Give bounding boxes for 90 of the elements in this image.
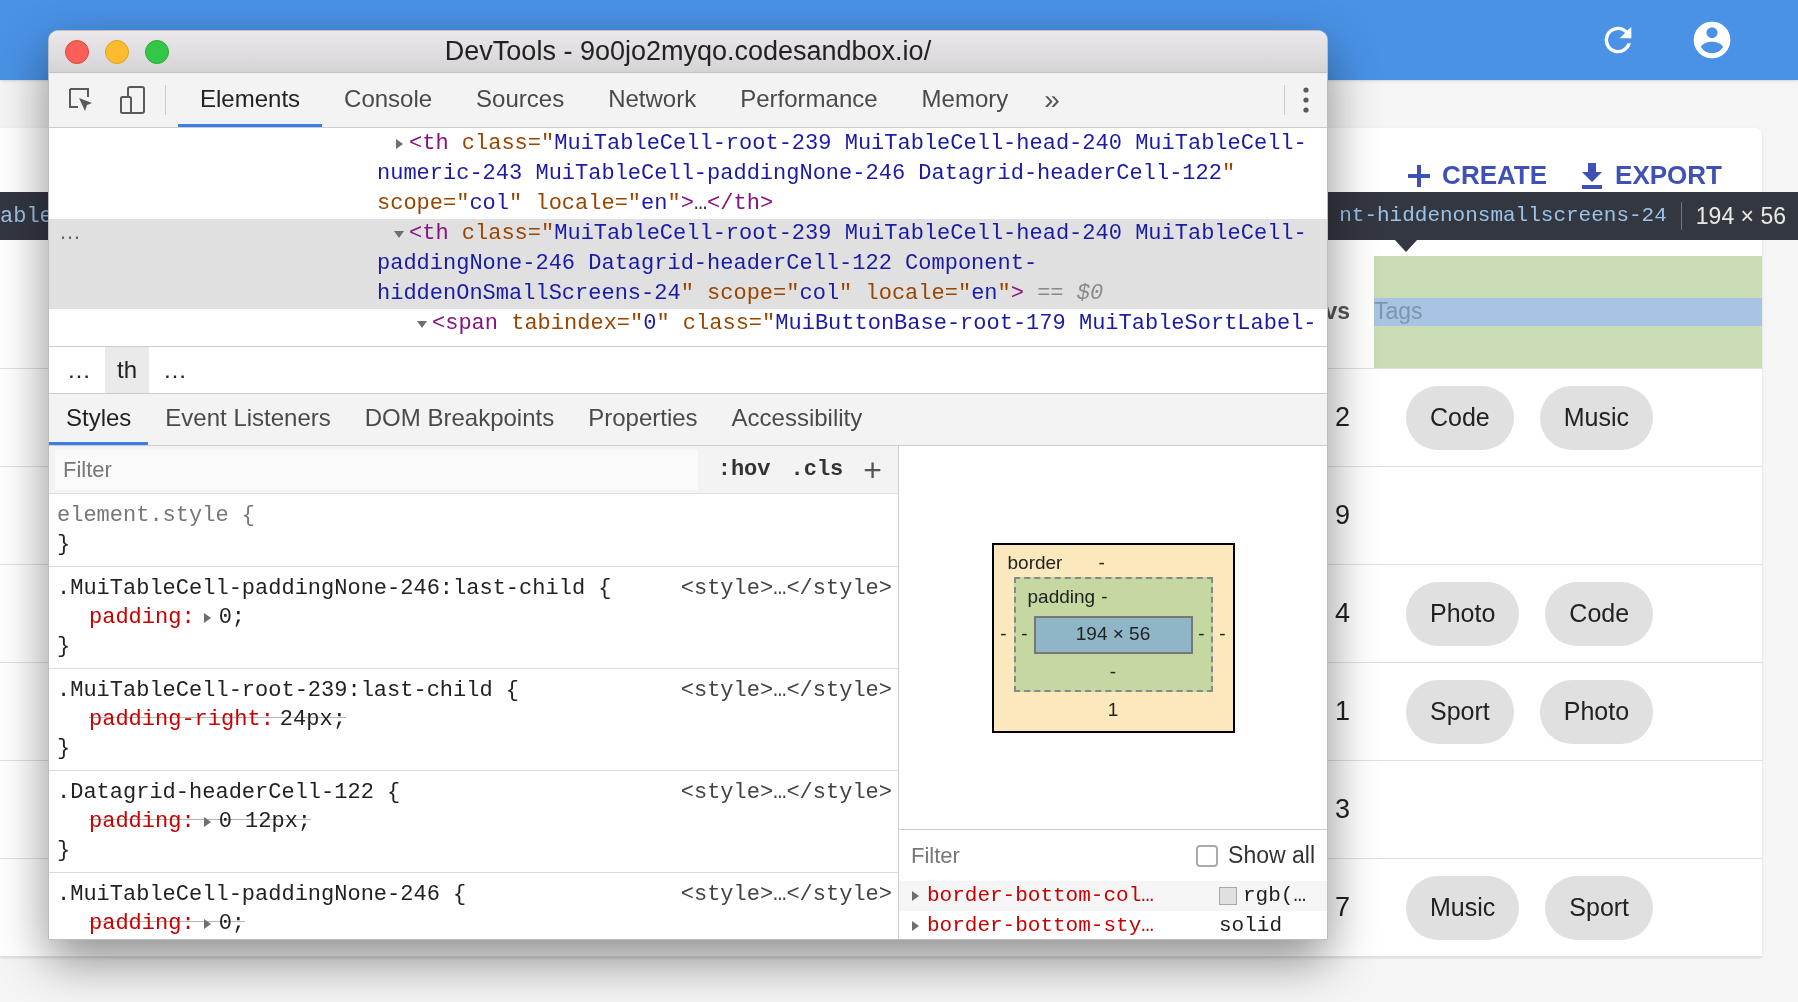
expand-triangle-icon[interactable] xyxy=(909,890,921,902)
tag-chip: Music xyxy=(1406,875,1520,940)
dom-node-row[interactable]: <th class="MuiTableCell-root-239 MuiTableCell-head-240 MuiTableCell- numeric-243 MuiTableCell-paddingNone-246 Datagrid-headerCell-122" scope="col" locale="en">…</th> xyxy=(49,129,1327,219)
box-value: - xyxy=(1109,659,1117,684)
new-rule-button[interactable]: + xyxy=(863,453,882,486)
breadcrumb-item[interactable]: … xyxy=(55,347,103,393)
tooltip-size: 194 × 56 xyxy=(1695,201,1786,231)
box-value: 1 xyxy=(1107,698,1119,722)
box-label: padding xyxy=(1027,585,1096,609)
tag-chip: Music xyxy=(1539,385,1654,450)
box-value: - xyxy=(1197,622,1206,647)
stylesheet-link[interactable]: <style>…</style> xyxy=(680,778,892,807)
tag-chip: Photo xyxy=(1406,581,1520,646)
closing-brace: } xyxy=(57,735,71,763)
box-value: - xyxy=(999,622,1008,647)
panel-tab[interactable]: Network xyxy=(586,73,719,127)
more-tabs-button[interactable]: » xyxy=(1030,73,1074,127)
tag-chip: Code xyxy=(1545,581,1654,646)
dom-node-row[interactable]: … <th class="MuiTableCell-root-239 MuiTableCell-head-240 MuiTableCell- paddingNone-246 Datagrid-headerCell-122 Component- hiddenOnSmallScreens-24" scope="col" locale="en"> == $0 xyxy=(49,219,1327,309)
export-button[interactable]: EXPORT xyxy=(1581,156,1722,195)
code-line: hiddenOnSmallScreens-24" scope="col" locale="en"> == $0 xyxy=(377,280,1104,308)
css-selector: .MuiTableCell-paddingNone-246:last-child { xyxy=(57,575,612,603)
tag-chip: Sport xyxy=(1406,679,1514,744)
code-line: <th class="MuiTableCell-root-239 MuiTableCell-head-240 MuiTableCell- xyxy=(409,220,1307,248)
sidebar-tab[interactable]: Event Listeners xyxy=(148,394,348,445)
sidebar-tab[interactable]: Accessibility xyxy=(714,394,880,445)
tag-chip: Photo xyxy=(1539,679,1654,744)
checkbox-label: Show all xyxy=(1228,841,1315,871)
panel-tab[interactable]: Sources xyxy=(454,73,587,127)
css-selector: .MuiTableCell-root-239:last-child { xyxy=(57,677,520,705)
tag-chip: Sport xyxy=(1545,875,1654,940)
panel-tab[interactable]: Console xyxy=(322,73,455,127)
stylesheet-link[interactable]: <style>…</style> xyxy=(680,574,892,603)
computed-filter-field[interactable]: Filter xyxy=(911,839,1187,872)
breadcrumb-item[interactable]: th xyxy=(105,347,149,393)
closing-brace: } xyxy=(57,837,71,865)
tooltip-selector: nt-hiddenonsmallscreens-24 xyxy=(1339,203,1667,230)
css-property: padding: 0; xyxy=(89,604,246,632)
sidebar-tab[interactable]: Properties xyxy=(571,394,715,445)
computed-property-value: solid xyxy=(1219,913,1283,939)
code-line: paddingNone-246 Datagrid-headerCell-122 Component- xyxy=(377,250,1038,278)
sidebar-tab[interactable]: DOM Breakpoints xyxy=(347,394,572,445)
code-line: <span tabindex="0" class="MuiButtonBase-root-179 MuiTableSortLabel- xyxy=(432,310,1317,338)
table-cell-text: 4 xyxy=(1334,597,1350,631)
content-size: 194 × 56 xyxy=(1033,615,1193,654)
more-options-dots[interactable]: … xyxy=(59,219,81,244)
dom-node-row[interactable]: <span tabindex="0" class="MuiButtonBase-root-179 MuiTableSortLabel- xyxy=(49,309,1327,339)
table-cell-text: 7 xyxy=(1334,891,1350,925)
collapse-triangle-icon[interactable] xyxy=(393,228,405,240)
color-swatch-icon xyxy=(1219,887,1237,905)
css-selector: .Datagrid-headerCell-122 { xyxy=(57,779,401,807)
code-line: <th class="MuiTableCell-root-239 MuiTableCell-head-240 MuiTableCell- xyxy=(409,130,1307,158)
expand-triangle-icon[interactable] xyxy=(909,920,921,932)
stylesheet-link[interactable]: <style>…</style> xyxy=(680,880,892,909)
box-value: - xyxy=(1098,550,1105,575)
box-label: border xyxy=(1007,550,1063,575)
class-toggle[interactable]: .cls xyxy=(790,453,844,486)
computed-property-name: border-bottom-sty… xyxy=(927,913,1154,939)
stylesheet-link[interactable]: <style>…</style> xyxy=(680,676,892,705)
box-value: - xyxy=(1101,585,1108,609)
panel-tab[interactable]: Performance xyxy=(718,73,900,127)
panel-tab[interactable]: Memory xyxy=(899,73,1031,127)
closing-brace: } xyxy=(57,531,71,559)
box-value: - xyxy=(1020,622,1029,647)
collapse-triangle-icon[interactable] xyxy=(416,318,428,330)
css-selector: element.style { xyxy=(57,502,256,530)
expand-triangle-icon[interactable] xyxy=(393,138,405,150)
styles-filter-field[interactable]: Filter xyxy=(55,449,698,490)
more-menu-icon[interactable] xyxy=(1303,87,1309,113)
table-cell-text: 2 xyxy=(1334,401,1350,435)
box-value: - xyxy=(1218,622,1227,647)
show-all-checkbox[interactable] xyxy=(1196,844,1219,867)
download-icon xyxy=(1581,162,1604,189)
code-line: numeric-243 MuiTableCell-paddingNone-246 Datagrid-headerCell-122" xyxy=(377,160,1236,188)
device-toolbar-icon[interactable] xyxy=(119,85,147,115)
tag-chip: Code xyxy=(1406,385,1514,450)
css-selector: .MuiTableCell-paddingNone-246 { xyxy=(57,881,467,909)
table-cell-text: 9 xyxy=(1334,499,1350,533)
computed-property-name: border-bottom-col… xyxy=(927,883,1154,910)
table-cell-text: 1 xyxy=(1334,695,1350,729)
create-button[interactable]: CREATE xyxy=(1408,156,1548,195)
close-button[interactable] xyxy=(65,39,89,64)
table-cell-text: 3 xyxy=(1334,793,1350,827)
breadcrumb-item[interactable]: … xyxy=(151,347,199,393)
code-line: scope="col" locale="en">…</th> xyxy=(377,190,774,218)
closing-brace: } xyxy=(57,633,71,661)
hover-state-toggle[interactable]: :hov xyxy=(717,453,771,486)
plus-icon xyxy=(1408,164,1431,187)
computed-property-value: rgb(… xyxy=(1243,883,1307,910)
window-title: DevTools - 9o0jo2myqo.codesandbox.io/ xyxy=(444,35,932,69)
